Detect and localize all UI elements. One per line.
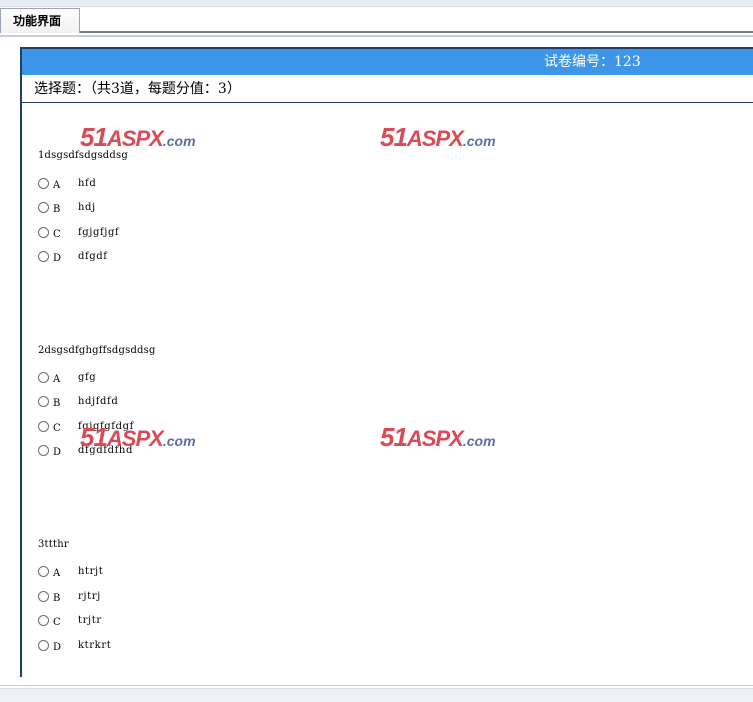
top-strip [0, 0, 753, 7]
bottom-divider [0, 685, 753, 686]
tab-function-interface[interactable]: 功能界面 [0, 8, 80, 33]
option-text: dfgdf [78, 251, 108, 262]
radio-button[interactable] [38, 227, 49, 238]
tab-divider [80, 31, 753, 33]
tab-underline [0, 35, 753, 37]
question-title: 2dsgsdfghgffsdgsddsg [38, 345, 156, 356]
option-letter: A [53, 568, 61, 579]
option-letter: C [53, 423, 61, 434]
radio-button[interactable] [38, 421, 49, 432]
option-text: trjtr [78, 615, 102, 626]
exam-header: 试卷编号：123 [22, 49, 753, 75]
radio-button[interactable] [38, 372, 49, 383]
exam-number: 试卷编号：123 [544, 54, 641, 70]
radio-button[interactable] [38, 566, 49, 577]
question-title: 1dsgsdfsdgsddsg [38, 150, 128, 161]
option-text: gfg [78, 372, 97, 383]
option-letter: B [53, 398, 61, 409]
option-letter: B [53, 593, 61, 604]
radio-button[interactable] [38, 178, 49, 189]
option-text: fgjgfjgf [78, 227, 120, 238]
option-text: rjtrj [78, 591, 101, 602]
radio-button[interactable] [38, 640, 49, 651]
option-text: fgjgfgfdgf [78, 421, 134, 432]
option-letter: A [53, 180, 61, 191]
radio-button[interactable] [38, 615, 49, 626]
option-text: ktrkrt [78, 640, 112, 651]
radio-button[interactable] [38, 591, 49, 602]
option-letter: A [53, 374, 61, 385]
option-letter: D [53, 447, 62, 458]
option-letter: D [53, 642, 62, 653]
option-text: hdjfdfd [78, 396, 119, 407]
exam-panel: 试卷编号：123 选择题：（共3道，每题分值：3） [20, 47, 753, 677]
option-letter: C [53, 229, 61, 240]
radio-button[interactable] [38, 445, 49, 456]
option-text: htrjt [78, 566, 104, 577]
option-letter: D [53, 253, 62, 264]
radio-button[interactable] [38, 251, 49, 262]
option-text: hdj [78, 202, 96, 213]
option-text: hfd [78, 178, 97, 189]
option-letter: C [53, 617, 61, 628]
bottom-strip [0, 688, 753, 702]
question-title: 3ttthr [38, 539, 69, 550]
radio-button[interactable] [38, 202, 49, 213]
option-text: dfgdfdfhd [78, 445, 133, 456]
radio-button[interactable] [38, 396, 49, 407]
option-letter: B [53, 204, 61, 215]
section-title: 选择题：（共3道，每题分值：3） [22, 75, 753, 103]
